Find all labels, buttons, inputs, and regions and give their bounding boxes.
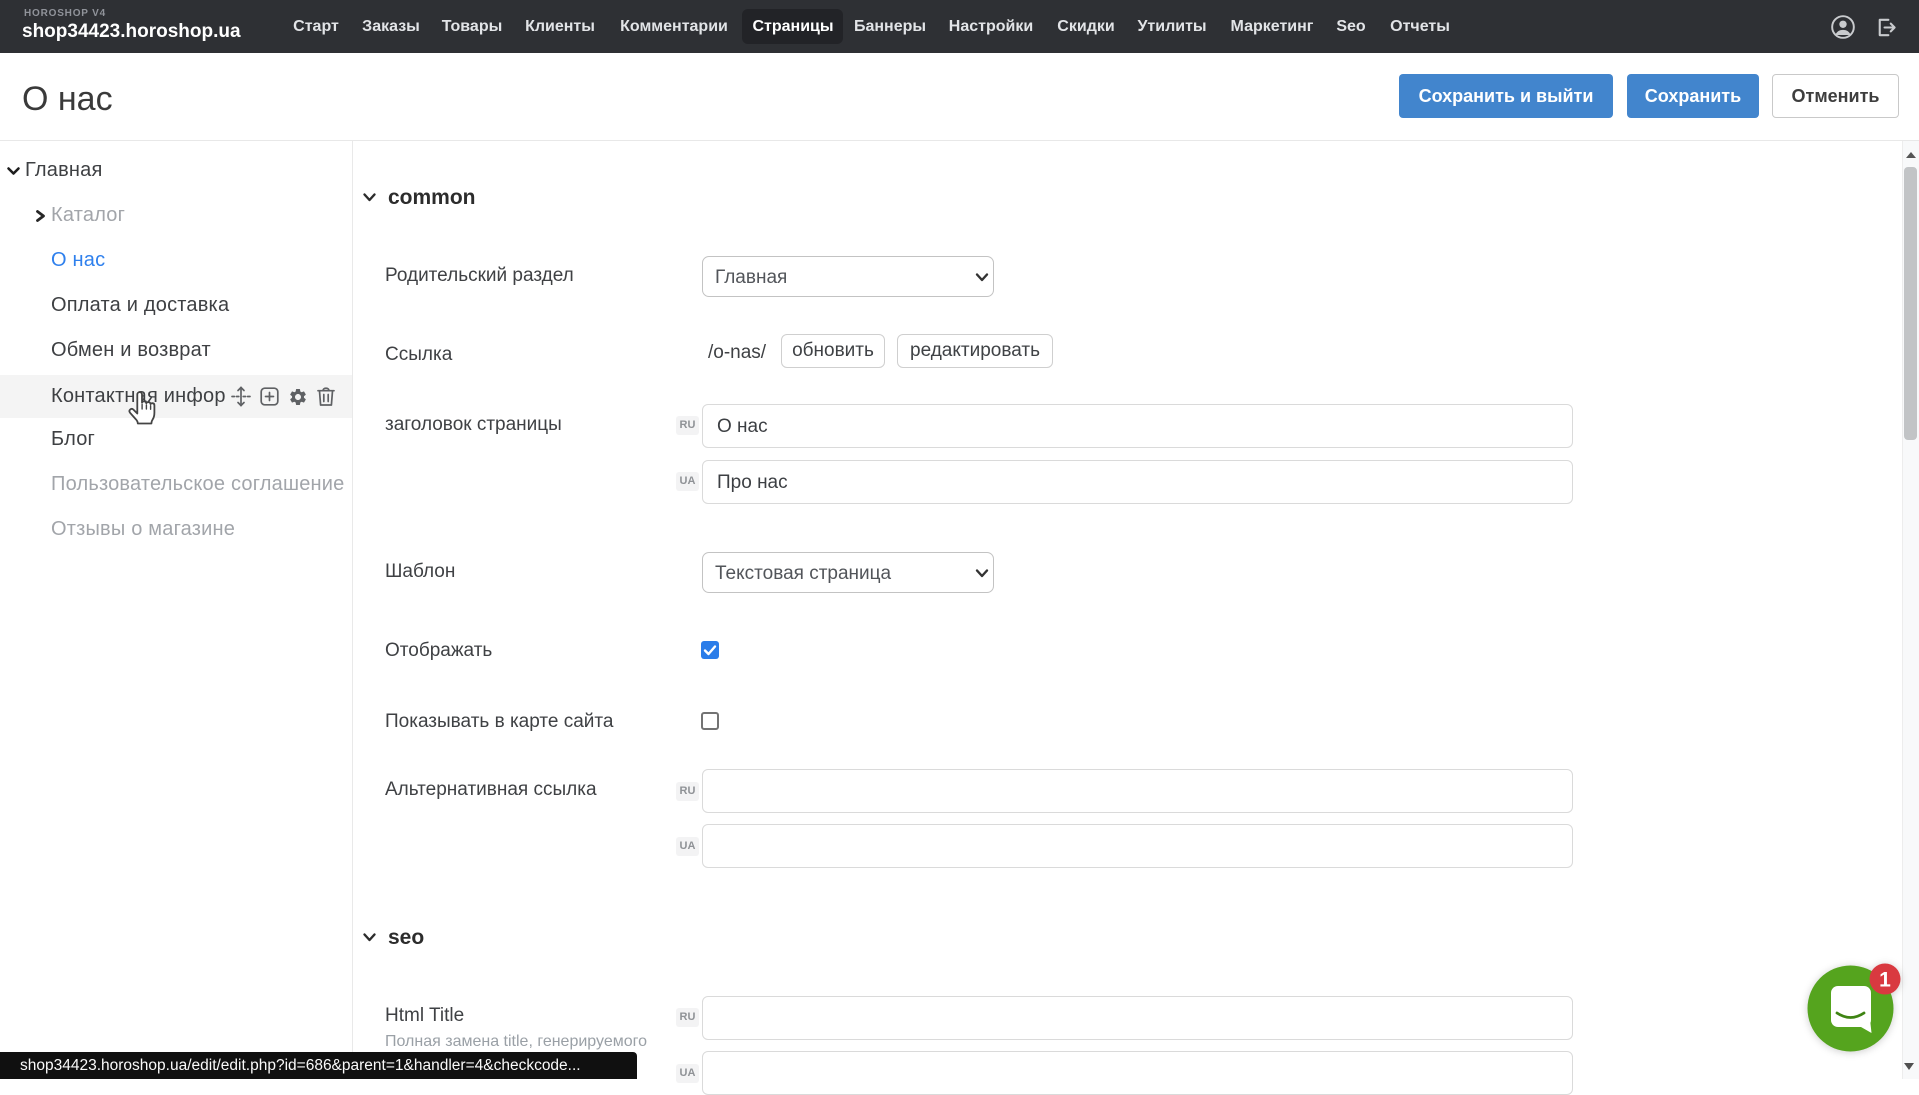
svg-text:1: 1 [1879, 969, 1891, 992]
